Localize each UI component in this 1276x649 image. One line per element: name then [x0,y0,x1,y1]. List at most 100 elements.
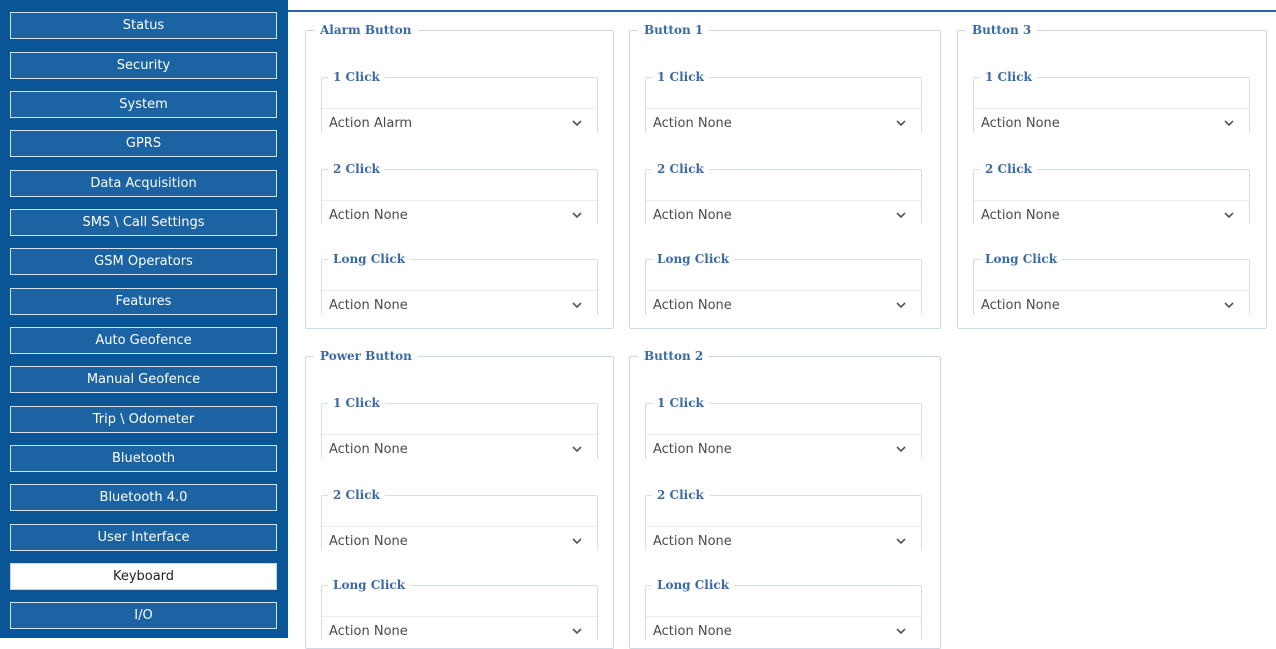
sidebar-item-status[interactable]: Status [10,12,277,39]
group-title: Button 1 [644,23,704,37]
action-dropdown[interactable]: Action None [646,526,921,557]
chevron-down-icon [896,446,906,453]
dropdown-value: Action None [653,116,732,131]
section-label: 2 Click [333,488,380,502]
chevron-down-icon [572,538,582,545]
sidebar-item-keyboard[interactable]: Keyboard [10,563,277,590]
long-click-section: Long Click Action None [321,252,598,321]
click-2-section: 2 Click Action None [645,488,922,557]
chevron-down-icon [572,120,582,127]
button-3-group: Button 3 1 Click Action None 2 Click Act… [957,23,1267,329]
action-dropdown[interactable]: Action None [322,434,597,465]
dropdown-value: Action Alarm [329,116,413,131]
dropdown-value: Action None [329,298,408,313]
dropdown-value: Action None [329,208,408,223]
click-1-section: 1 Click Action None [645,70,922,139]
action-dropdown[interactable]: Action None [974,290,1249,321]
click-2-section: 2 Click Action None [321,162,598,231]
action-dropdown[interactable]: Action None [646,108,921,139]
chevron-down-icon [896,120,906,127]
long-click-section: Long Click Action None [645,252,922,321]
section-label: Long Click [657,252,730,266]
section-label: Long Click [333,252,406,266]
sidebar-item-sms-call-settings[interactable]: SMS \ Call Settings [10,209,277,236]
dropdown-value: Action None [653,298,732,313]
section-label: 2 Click [657,488,704,502]
sidebar-item-trip-odometer[interactable]: Trip \ Odometer [10,406,277,433]
click-2-section: 2 Click Action None [973,162,1250,231]
long-click-section: Long Click Action None [973,252,1250,321]
section-label: 2 Click [333,162,380,176]
action-dropdown[interactable]: Action None [322,290,597,321]
section-label: 1 Click [333,70,380,84]
group-title: Button 3 [972,23,1032,37]
sidebar-item-bluetooth-4[interactable]: Bluetooth 4.0 [10,484,277,511]
action-dropdown[interactable]: Action None [322,616,597,647]
sidebar-item-io[interactable]: I/O [10,602,277,629]
group-title: Alarm Button [320,23,412,37]
group-title: Button 2 [644,349,704,363]
sidebar-item-system[interactable]: System [10,91,277,118]
power-button-group: Power Button 1 Click Action None 2 Click… [305,349,614,649]
dropdown-value: Action None [329,624,408,639]
click-1-section: 1 Click Action None [645,396,922,465]
sidebar: Status Security System GPRS Data Acquisi… [0,0,288,638]
keyboard-config-window: g Status Security System GPRS Data Acqui… [0,0,1276,649]
click-1-section: 1 Click Action None [321,396,598,465]
section-label: Long Click [333,578,406,592]
sidebar-item-manual-geofence[interactable]: Manual Geofence [10,366,277,393]
action-dropdown[interactable]: Action None [974,200,1249,231]
section-label: 2 Click [657,162,704,176]
sidebar-item-auto-geofence[interactable]: Auto Geofence [10,327,277,354]
chevron-down-icon [572,446,582,453]
alarm-button-group: Alarm Button 1 Click Action Alarm 2 Clic… [305,23,614,329]
dropdown-value: Action None [981,298,1060,313]
dropdown-value: Action None [653,624,732,639]
chevron-down-icon [896,538,906,545]
section-label: 1 Click [657,396,704,410]
chevron-down-icon [896,212,906,219]
dropdown-value: Action None [329,534,408,549]
section-label: Long Click [985,252,1058,266]
sidebar-item-data-acquisition[interactable]: Data Acquisition [10,170,277,197]
sidebar-item-security[interactable]: Security [10,52,277,79]
click-2-section: 2 Click Action None [645,162,922,231]
sidebar-item-user-interface[interactable]: User Interface [10,524,277,551]
action-dropdown[interactable]: Action None [646,434,921,465]
sidebar-item-features[interactable]: Features [10,288,277,315]
action-dropdown[interactable]: Action None [974,108,1249,139]
dropdown-value: Action None [981,116,1060,131]
click-1-section: 1 Click Action None [973,70,1250,139]
long-click-section: Long Click Action None [645,578,922,647]
dropdown-value: Action None [981,208,1060,223]
button-2-group: Button 2 1 Click Action None 2 Click Act… [629,349,941,649]
chevron-down-icon [1224,302,1234,309]
sidebar-item-bluetooth[interactable]: Bluetooth [10,445,277,472]
section-label: Long Click [657,578,730,592]
section-label: 1 Click [985,70,1032,84]
action-dropdown[interactable]: Action None [646,200,921,231]
section-label: 2 Click [985,162,1032,176]
chevron-down-icon [572,212,582,219]
action-dropdown[interactable]: Action None [646,616,921,647]
action-dropdown[interactable]: Action None [322,200,597,231]
dropdown-value: Action None [653,534,732,549]
sidebar-item-gsm-operators[interactable]: GSM Operators [10,248,277,275]
dropdown-value: Action None [653,442,732,457]
click-2-section: 2 Click Action None [321,488,598,557]
dropdown-value: Action None [653,208,732,223]
chevron-down-icon [572,628,582,635]
group-title: Power Button [320,349,412,363]
section-label: 1 Click [333,396,380,410]
action-dropdown[interactable]: Action Alarm [322,108,597,139]
button-1-group: Button 1 1 Click Action None 2 Click Act… [629,23,941,329]
chevron-down-icon [1224,212,1234,219]
action-dropdown[interactable]: Action None [646,290,921,321]
dropdown-value: Action None [329,442,408,457]
action-dropdown[interactable]: Action None [322,526,597,557]
chevron-down-icon [1224,120,1234,127]
click-1-section: 1 Click Action Alarm [321,70,598,139]
chevron-down-icon [896,302,906,309]
sidebar-item-gprs[interactable]: GPRS [10,130,277,157]
chevron-down-icon [572,302,582,309]
